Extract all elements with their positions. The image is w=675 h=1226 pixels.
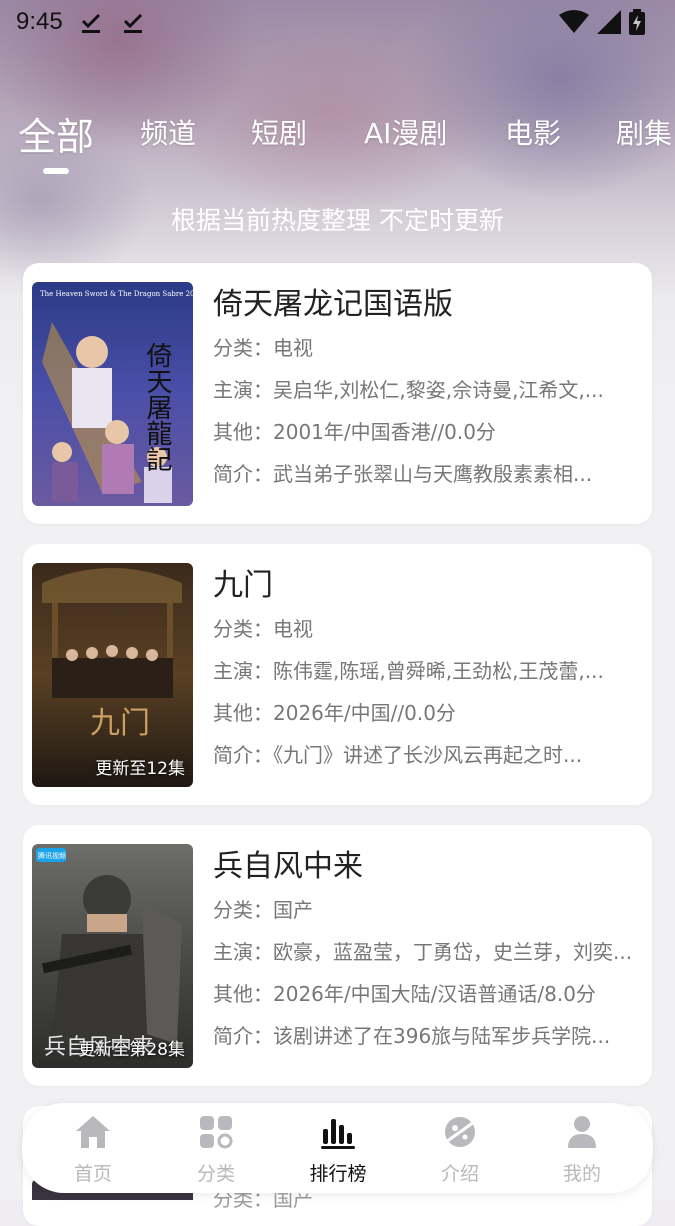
item-other: 其他：2001年/中国香港//0.0分 (213, 420, 496, 444)
item-cast: 主演：吴启华,刘松仁,黎姿,佘诗曼,江希文,... (213, 378, 604, 402)
item-category: 分类：国产 (213, 898, 313, 922)
category-grid-icon (200, 1116, 233, 1149)
download-done-icon (123, 13, 143, 33)
tab-short-drama[interactable]: 短剧 (251, 112, 307, 152)
intro-planet-icon (445, 1117, 475, 1147)
bottom-navigation: 首页 分类 排行榜 介绍 我的 (22, 1103, 653, 1193)
item-intro: 简介：该剧讲述了在396旅与陆军步兵学院... (213, 1024, 611, 1048)
poster-image: 腾讯视频 兵自风中来 更新至第28集 (32, 844, 193, 1068)
nav-ranking-label: 排行榜 (309, 1163, 367, 1185)
item-category: 分类：电视 (213, 617, 313, 641)
nav-home[interactable]: 首页 (43, 1113, 143, 1185)
item-title: 倚天屠龙记国语版 (213, 287, 453, 322)
poster-title-calligraphy: 九门 (90, 706, 150, 741)
tab-channel[interactable]: 频道 (140, 112, 196, 152)
poster-title-calligraphy: 倚天屠龍記 (142, 342, 172, 472)
item-title: 九门 (213, 568, 273, 603)
wifi-icon (559, 10, 589, 33)
category-tabs: 全部 频道 短剧 AI漫剧 电影 剧集 (0, 112, 675, 182)
status-bar: 9:45 (0, 0, 675, 48)
poster-image: 倚天屠龍記 The Heaven Sword & The Dragon Sabr… (32, 282, 193, 506)
nav-intro[interactable]: 介绍 (410, 1113, 510, 1185)
poster-image: 九门 更新至12集 (32, 563, 193, 787)
download-done-icon (81, 13, 101, 33)
list-item[interactable]: 倚天屠龍記 The Heaven Sword & The Dragon Sabr… (23, 263, 652, 524)
home-icon (76, 1116, 110, 1148)
item-other: 其他：2026年/中国大陆/汉语普通话/8.0分 (213, 982, 596, 1006)
item-intro: 简介：《九门》讲述了长沙风云再起之时... (213, 743, 583, 767)
poster-english-title: The Heaven Sword & The Dragon Sabre 2000 (40, 290, 193, 298)
item-intro: 简介：武当弟子张翠山与天鹰教殷素素相... (213, 462, 593, 486)
nav-home-label: 首页 (73, 1163, 112, 1185)
nav-category-label: 分类 (196, 1163, 235, 1185)
item-cast: 主演：欧豪，蓝盈莹，丁勇岱，史兰芽，刘奕... (213, 940, 633, 964)
ranking-subtitle: 根据当前热度整理 不定时更新 (171, 206, 504, 235)
tab-series[interactable]: 剧集 (616, 112, 672, 152)
tab-ai-comic-drama[interactable]: AI漫剧 (364, 112, 447, 152)
list-item[interactable]: 九门 更新至12集 九门 分类：电视 主演：陈伟霆,陈瑶,曾舜晞,王劲松,王茂蕾… (23, 544, 652, 805)
nav-profile-label: 我的 (562, 1163, 601, 1185)
nav-profile[interactable]: 我的 (532, 1113, 632, 1185)
ranking-chart-icon (321, 1119, 355, 1149)
item-other: 其他：2026年/中国//0.0分 (213, 701, 456, 725)
episode-badge: 更新至第28集 (78, 1040, 185, 1060)
cellular-signal-icon (597, 10, 621, 34)
list-item[interactable]: 腾讯视频 兵自风中来 更新至第28集 兵自风中来 分类：国产 主演：欧豪，蓝盈莹… (23, 825, 652, 1086)
profile-user-icon (568, 1116, 596, 1148)
tab-all[interactable]: 全部 (18, 106, 94, 161)
nav-intro-label: 介绍 (440, 1163, 479, 1185)
video-platform-logo-text: 腾讯视频 (38, 851, 66, 860)
tab-active-indicator (43, 168, 69, 174)
status-icons (559, 9, 645, 35)
episode-badge: 更新至12集 (95, 759, 185, 779)
nav-category[interactable]: 分类 (166, 1113, 266, 1185)
battery-charging-icon (629, 9, 645, 35)
tab-movie[interactable]: 电影 (505, 112, 561, 152)
item-title: 兵自风中来 (213, 849, 363, 884)
item-cast: 主演：陈伟霆,陈瑶,曾舜晞,王劲松,王茂蕾,... (213, 659, 604, 683)
nav-ranking[interactable]: 排行榜 (288, 1113, 388, 1185)
status-time: 9:45 (16, 8, 63, 35)
item-category: 分类：电视 (213, 336, 313, 360)
